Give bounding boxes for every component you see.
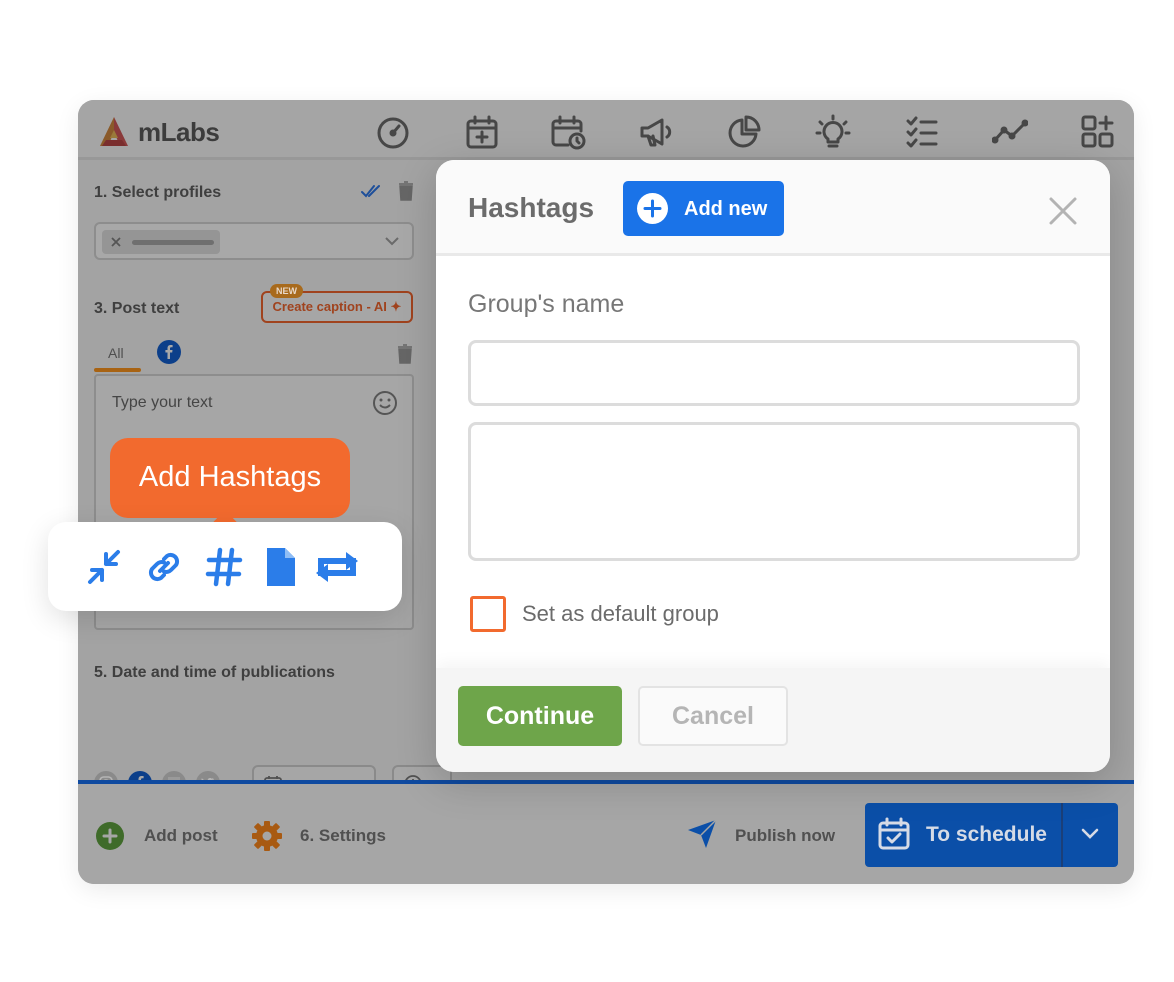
emoji-icon[interactable] [372, 390, 398, 416]
chevron-down-icon[interactable] [384, 236, 400, 246]
editor-toolbar [48, 522, 402, 611]
pie-chart-icon[interactable] [726, 114, 762, 150]
apps-grid-icon[interactable] [1080, 114, 1116, 150]
default-group-label[interactable]: Set as default group [522, 601, 719, 627]
plus-icon [637, 193, 668, 224]
calendar-add-icon[interactable] [464, 114, 500, 150]
facebook-tab-icon[interactable] [157, 340, 181, 364]
add-new-label: Add new [684, 198, 768, 220]
add-post-label[interactable]: Add post [144, 826, 218, 846]
group-name-label: Group's name [468, 290, 625, 318]
hashtag-icon[interactable] [204, 546, 244, 588]
schedule-button[interactable]: To schedule [865, 803, 1118, 867]
trend-line-icon[interactable] [991, 114, 1029, 150]
hashtags-textarea[interactable] [468, 422, 1080, 561]
chevron-down-icon[interactable] [1081, 828, 1099, 840]
profile-chip[interactable] [102, 230, 220, 254]
select-profiles-title: 1. Select profiles [94, 184, 222, 201]
link-icon[interactable] [143, 546, 183, 588]
dashboard-icon[interactable] [375, 114, 411, 150]
cancel-button[interactable]: Cancel [638, 686, 788, 746]
megaphone-icon[interactable] [638, 114, 674, 150]
mlabs-logo[interactable]: mLabs [96, 114, 220, 150]
repost-icon[interactable] [308, 546, 366, 588]
add-new-button[interactable]: Add new [623, 181, 784, 236]
tab-all[interactable]: All [108, 345, 124, 361]
trash-icon[interactable] [398, 181, 414, 201]
tooltip-text: Add Hashtags [138, 461, 322, 493]
publish-now-label[interactable]: Publish now [735, 826, 835, 846]
remove-chip-icon[interactable] [110, 236, 122, 248]
collapse-icon[interactable] [84, 546, 124, 588]
calendar-clock-icon[interactable] [550, 114, 586, 150]
bottom-action-bar: Add post 6. Settings Publish now To sche… [78, 780, 1134, 884]
modal-header: Hashtags Add new [436, 160, 1110, 256]
lightbulb-icon[interactable] [815, 114, 851, 150]
group-name-input[interactable] [468, 340, 1080, 406]
default-group-checkbox[interactable] [470, 596, 506, 632]
add-hashtags-tooltip: Add Hashtags [110, 438, 350, 536]
hashtags-modal: Hashtags Add new Group's name Set as def… [436, 160, 1110, 772]
document-icon[interactable] [264, 546, 298, 588]
close-icon[interactable] [1046, 194, 1080, 228]
double-check-icon[interactable] [361, 183, 381, 199]
trash-icon[interactable] [397, 344, 413, 364]
new-badge: NEW [270, 284, 303, 298]
date-time-title: 5. Date and time of publications [94, 664, 335, 681]
gear-icon[interactable] [252, 821, 282, 851]
send-icon[interactable] [686, 818, 718, 850]
modal-title: Hashtags [468, 192, 595, 223]
checklist-icon[interactable] [904, 114, 940, 150]
modal-footer: Continue Cancel [436, 668, 1110, 772]
post-text-placeholder: Type your text [112, 394, 213, 411]
add-post-icon[interactable] [96, 822, 124, 850]
post-text-title: 3. Post text [94, 300, 180, 317]
logo-text: mLabs [138, 116, 220, 147]
profiles-select[interactable] [94, 222, 414, 260]
settings-label[interactable]: 6. Settings [300, 826, 386, 846]
continue-button[interactable]: Continue [458, 686, 622, 746]
calendar-check-icon [878, 817, 910, 850]
top-nav-bar: mLabs [78, 100, 1134, 160]
tab-all-underline [94, 368, 141, 372]
mlabs-logo-icon [100, 117, 128, 146]
schedule-label: To schedule [926, 823, 1047, 846]
